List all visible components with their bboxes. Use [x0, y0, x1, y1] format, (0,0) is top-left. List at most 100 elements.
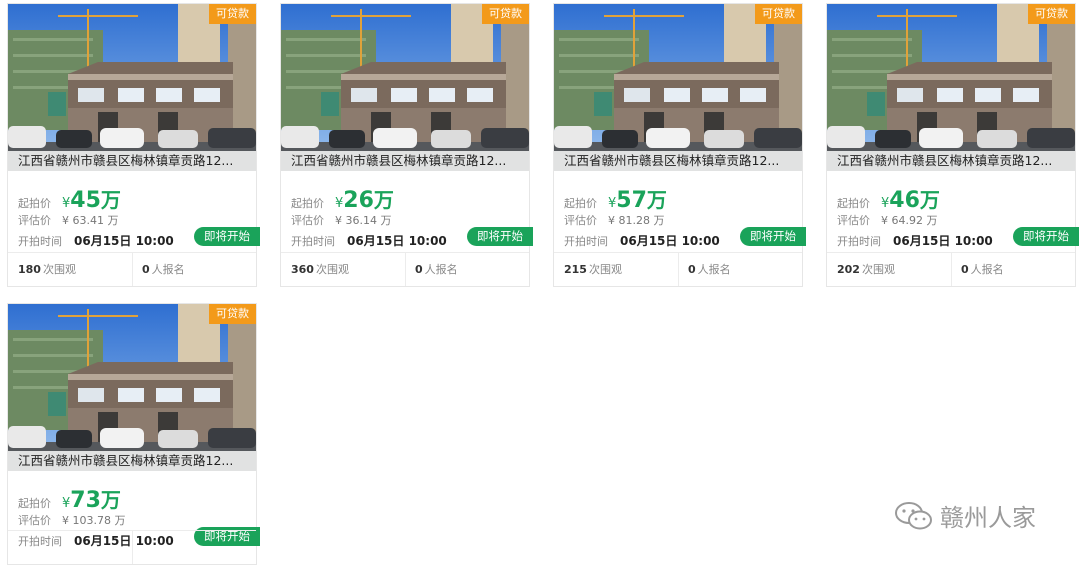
stats-divider: [132, 531, 133, 564]
start-price-unit: 万: [373, 188, 394, 212]
start-price-value: 57: [616, 188, 647, 213]
auction-time-value: 06月15日 10:00: [74, 234, 174, 248]
signups-count: 0 人报名: [961, 253, 1004, 286]
evaluation-value: ¥ 81.28 万: [608, 214, 665, 227]
auction-time-value: 06月15日 10:00: [620, 234, 720, 248]
stats-divider: [132, 253, 133, 286]
evaluation-label: 评估价: [18, 214, 51, 227]
start-price-value: 73: [70, 488, 101, 513]
evaluation-value: ¥ 64.92 万: [881, 214, 938, 227]
status-badge: 即将开始: [467, 227, 533, 246]
views-label: 次围观: [861, 263, 895, 276]
building-photo-image: [554, 4, 802, 171]
start-price-unit: 万: [100, 488, 121, 512]
signups-count: 0 人报名: [142, 253, 185, 286]
card-stats: [8, 530, 256, 564]
start-price-unit: 万: [646, 188, 667, 212]
evaluation-value: ¥ 63.41 万: [62, 214, 119, 227]
card-stats: 215 次围观 0 人报名: [554, 252, 802, 286]
evaluation-label: 评估价: [837, 214, 870, 227]
views-number: 360: [291, 263, 314, 276]
property-photo[interactable]: 可贷款 江西省赣州市赣县区梅林镇章贡路12...: [8, 4, 256, 171]
property-title[interactable]: 江西省赣州市赣县区梅林镇章贡路12...: [827, 151, 1075, 171]
auction-time-value: 06月15日 10:00: [893, 234, 993, 248]
property-photo[interactable]: 可贷款 江西省赣州市赣县区梅林镇章贡路12...: [281, 4, 529, 171]
property-photo[interactable]: 可贷款 江西省赣州市赣县区梅林镇章贡路12...: [554, 4, 802, 171]
start-price-row: 起拍价 ¥45万: [18, 184, 121, 213]
views-count: [18, 531, 20, 564]
stats-divider: [678, 253, 679, 286]
signups-label: 人报名: [970, 263, 1004, 276]
auction-time-row: 开拍时间 06月15日 10:00: [18, 232, 174, 249]
property-title[interactable]: 江西省赣州市赣县区梅林镇章贡路12...: [281, 151, 529, 171]
evaluation-label: 评估价: [564, 214, 597, 227]
property-title[interactable]: 江西省赣州市赣县区梅林镇章贡路12...: [554, 151, 802, 171]
auction-card[interactable]: 可贷款 江西省赣州市赣县区梅林镇章贡路12... 起拍价 ¥46万 评估价 ¥ 64…: [826, 3, 1079, 287]
building-photo-image: [827, 4, 1075, 171]
start-price-value: 26: [343, 188, 374, 213]
loan-badge: 可贷款: [482, 4, 529, 24]
views-number: 215: [564, 263, 587, 276]
evaluation-row: 评估价 ¥ 63.41 万: [18, 212, 118, 228]
views-count: 215 次围观: [564, 253, 622, 286]
evaluation-label: 评估价: [291, 214, 324, 227]
card-stats: 180 次围观 0 人报名: [8, 252, 256, 286]
evaluation-row: 评估价 ¥ 103.78 万: [18, 512, 125, 528]
signups-number: 0: [961, 263, 969, 276]
auction-time-label: 开拍时间: [291, 235, 335, 248]
start-price-value: 46: [889, 188, 920, 213]
signups-count: [142, 531, 144, 564]
watermark-text: 赣州人家: [940, 504, 1036, 532]
auction-time-row: 开拍时间 06月15日 10:00: [291, 232, 447, 249]
loan-badge: 可贷款: [755, 4, 802, 24]
property-photo[interactable]: 可贷款 江西省赣州市赣县区梅林镇章贡路12...: [827, 4, 1075, 171]
building-photo-image: [281, 4, 529, 171]
card-stats: 360 次围观 0 人报名: [281, 252, 529, 286]
start-price-label: 起拍价: [291, 197, 324, 210]
views-number: 202: [837, 263, 860, 276]
evaluation-row: 评估价 ¥ 64.92 万: [837, 212, 937, 228]
evaluation-row: 评估价 ¥ 36.14 万: [291, 212, 391, 228]
building-photo-image: [8, 4, 256, 171]
signups-label: 人报名: [424, 263, 458, 276]
signups-number: 0: [415, 263, 423, 276]
views-number: 180: [18, 263, 41, 276]
status-badge: 即将开始: [194, 227, 260, 246]
auction-time-label: 开拍时间: [564, 235, 608, 248]
auction-time-value: 06月15日 10:00: [347, 234, 447, 248]
auction-time-label: 开拍时间: [18, 235, 62, 248]
auction-card[interactable]: 可贷款 江西省赣州市赣县区梅林镇章贡路12... 起拍价 ¥57万 评估价 ¥ 81…: [553, 3, 806, 287]
auction-time-label: 开拍时间: [837, 235, 881, 248]
property-photo[interactable]: 可贷款 江西省赣州市赣县区梅林镇章贡路12...: [8, 304, 256, 471]
signups-label: 人报名: [151, 263, 185, 276]
start-price-row: 起拍价 ¥73万: [18, 484, 121, 513]
auction-card[interactable]: 可贷款 江西省赣州市赣县区梅林镇章贡路12... 起拍价 ¥45万 评估价 ¥ 63…: [7, 3, 260, 287]
stats-divider: [405, 253, 406, 286]
property-title[interactable]: 江西省赣州市赣县区梅林镇章贡路12...: [8, 151, 256, 171]
signups-count: 0 人报名: [688, 253, 731, 286]
status-badge: 即将开始: [1013, 227, 1079, 246]
auction-card[interactable]: 可贷款 江西省赣州市赣县区梅林镇章贡路12... 起拍价 ¥73万 评估价 ¥ 10…: [7, 303, 260, 565]
watermark: 赣州人家: [894, 498, 1036, 533]
auction-time-row: 开拍时间 06月15日 10:00: [837, 232, 993, 249]
views-label: 次围观: [588, 263, 622, 276]
auction-card[interactable]: 可贷款 江西省赣州市赣县区梅林镇章贡路12... 起拍价 ¥26万 评估价 ¥ 36…: [280, 3, 533, 287]
signups-count: 0 人报名: [415, 253, 458, 286]
start-price-unit: 万: [919, 188, 940, 212]
start-price-unit: 万: [100, 188, 121, 212]
wechat-icon: [895, 501, 932, 529]
loan-badge: 可贷款: [209, 304, 256, 324]
views-count: 202 次围观: [837, 253, 895, 286]
views-label: 次围观: [42, 263, 76, 276]
loan-badge: 可贷款: [1028, 4, 1075, 24]
evaluation-value: ¥ 36.14 万: [335, 214, 392, 227]
loan-badge: 可贷款: [209, 4, 256, 24]
status-badge: 即将开始: [740, 227, 806, 246]
evaluation-value: ¥ 103.78 万: [62, 514, 126, 527]
auction-time-row: 开拍时间 06月15日 10:00: [564, 232, 720, 249]
views-count: 180 次围观: [18, 253, 76, 286]
views-label: 次围观: [315, 263, 349, 276]
evaluation-label: 评估价: [18, 514, 51, 527]
property-title[interactable]: 江西省赣州市赣县区梅林镇章贡路12...: [8, 451, 256, 471]
building-photo-image: [8, 304, 256, 471]
